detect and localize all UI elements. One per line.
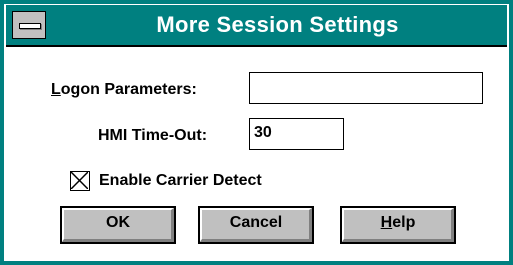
logon-label-text: ogon Parameters: xyxy=(60,81,197,98)
window-title: More Session Settings xyxy=(156,12,399,37)
enable-carrier-detect-checkbox[interactable] xyxy=(70,171,90,191)
checkmark-x-icon xyxy=(70,171,89,190)
ok-button[interactable]: OK xyxy=(60,206,176,244)
cancel-button-label: Cancel xyxy=(229,214,283,231)
help-mnemonic: H xyxy=(380,214,393,231)
system-menu-icon xyxy=(19,23,41,29)
hmi-timeout-input[interactable]: 30 xyxy=(249,118,344,150)
ok-button-label: OK xyxy=(106,214,130,231)
dialog-window: More Session Settings Logon Parameters: … xyxy=(0,0,513,265)
logon-mnemonic: L xyxy=(51,81,61,98)
hmi-timeout-label: HMI Time-Out: xyxy=(98,127,208,144)
enable-carrier-detect-label: Enable Carrier Detect xyxy=(99,172,262,189)
system-menu-button[interactable] xyxy=(12,11,46,39)
logon-parameters-input[interactable] xyxy=(249,72,483,104)
help-button-label: Help xyxy=(381,214,416,231)
help-button[interactable]: Help xyxy=(340,206,456,244)
cancel-button[interactable]: Cancel xyxy=(198,206,314,244)
help-label-text: elp xyxy=(392,214,416,231)
title-bar[interactable]: More Session Settings xyxy=(6,5,507,47)
logon-parameters-label: Logon Parameters: xyxy=(51,81,197,99)
